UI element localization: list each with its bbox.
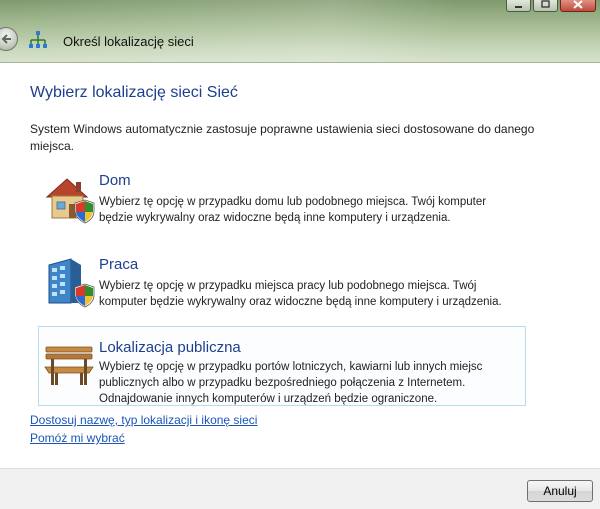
back-arrow-icon [1,34,11,44]
option-public-description: Wybierz tę opcję w przypadku portów lotn… [99,361,483,405]
option-public-title: Lokalizacja publiczna [99,339,241,356]
office-building-shield-icon [48,258,95,308]
house-shield-icon [45,178,95,224]
cancel-button[interactable]: Anuluj [527,480,593,502]
option-home-title: Dom [99,172,131,189]
help-me-choose-link[interactable]: Pomóż mi wybrać [30,431,125,445]
maximize-button[interactable] [533,0,558,12]
option-home-description: Wybierz tę opcję w przypadku domu lub po… [99,196,487,224]
intro-text: System Windows automatycznie zastosuje p… [30,122,535,153]
customize-network-link[interactable]: Dostosuj nazwę, typ lokalizacji i ikonę … [30,413,257,427]
network-icon [29,31,47,48]
window-controls [506,0,596,12]
title-bar: Określ lokalizację sieci [0,0,600,63]
minimize-icon [515,6,522,8]
option-work-description: Wybierz tę opcję w przypadku miejsca pra… [99,280,502,308]
page-heading: Wybierz lokalizację sieci Sieć [30,84,238,101]
close-button[interactable] [560,0,596,12]
option-public[interactable]: Lokalizacja publiczna Wybierz tę opcję w… [38,326,526,406]
window-title: Określ lokalizację sieci [63,34,194,49]
close-icon [573,0,583,9]
option-work[interactable]: Praca Wybierz tę opcję w przypadku miejs… [38,251,526,315]
park-bench-icon [44,346,94,385]
main-content: Wybierz lokalizację sieci Sieć System Wi… [0,63,600,468]
minimize-button[interactable] [506,0,531,12]
dialog-footer: Anuluj [0,468,600,509]
option-work-title: Praca [99,256,139,273]
maximize-icon [541,0,550,8]
option-home[interactable]: Dom Wybierz tę opcję w przypadku domu lu… [38,167,526,231]
